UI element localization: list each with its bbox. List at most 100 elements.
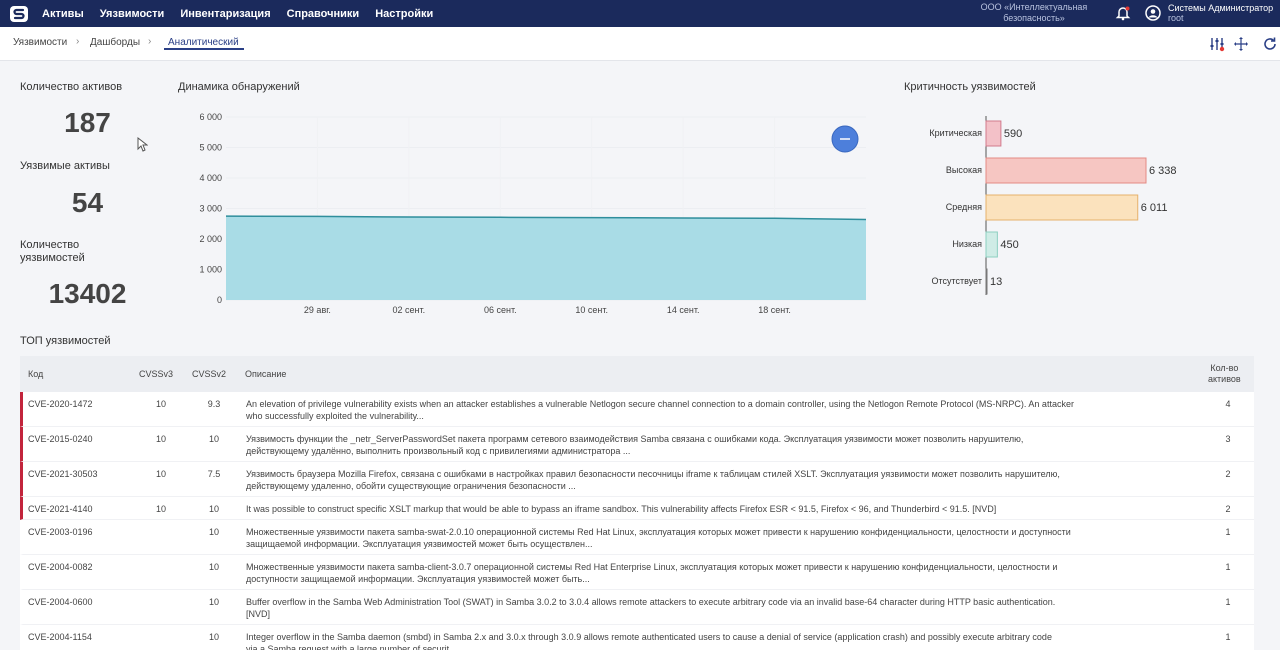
y-tick-label: 4 000 — [199, 173, 222, 183]
bar-category-label: Низкая — [952, 239, 982, 249]
breadcrumb-analytical[interactable]: Аналитический — [168, 37, 239, 48]
assets-count-cell: 1 — [1225, 597, 1231, 607]
description-cell: Уязвимость браузера Mozilla Firefox, свя… — [246, 468, 1201, 492]
vulnerability-code-cell[interactable]: CVE-2004-0600 — [28, 596, 93, 608]
description-line-2: действующему удалённо, выполнить произво… — [246, 446, 631, 456]
vulnerability-code-cell[interactable]: CVE-2021-4140 — [28, 503, 93, 515]
bar-value-label: 6 338 — [1149, 165, 1177, 177]
y-tick-label: 3 000 — [199, 204, 222, 214]
nav-item-inventory[interactable]: Инвентаризация — [180, 8, 270, 20]
header-assets-count-line-2: активов — [1208, 374, 1241, 384]
table-header: Код CVSSv3 CVSSv2 Описание Кол-во активо… — [20, 356, 1254, 392]
cvss2-cell: 10 — [208, 632, 219, 642]
cvss2-cell: 10 — [208, 434, 219, 444]
vulnerability-code-cell[interactable]: CVE-2021-30503 — [28, 468, 98, 480]
user-menu[interactable]: Системы Администратор root — [1168, 3, 1273, 23]
bar-2 — [985, 157, 1147, 184]
table-row[interactable]: CVE-2020-1472 10 9.3 4 An elevation of privi… — [20, 392, 1254, 427]
bell-icon[interactable] — [1115, 5, 1131, 21]
user-login: root — [1168, 13, 1184, 23]
bar-4 — [985, 231, 998, 258]
description-line-1: Buffer overflow in the Samba Web Adminis… — [246, 597, 1056, 607]
table-row[interactable]: CVE-2021-4140 10 10 2 It was possible to con… — [20, 497, 1254, 520]
description-cell: An elevation of privilege vulnerability … — [246, 398, 1201, 422]
assets-count-cell: 2 — [1225, 504, 1231, 514]
description-line-2: [NVD] — [246, 609, 271, 619]
table-row[interactable]: CVE-2004-1154 10 1 Integer overflow in the … — [20, 625, 1254, 650]
vulnerabilities-count-label-line-2: уязвимостей — [20, 252, 85, 264]
refresh-icon[interactable] — [1262, 36, 1278, 52]
assets-count-cell: 1 — [1225, 632, 1231, 642]
breadcrumb-vulnerabilities[interactable]: Уязвимости — [13, 37, 67, 48]
x-tick-label: 14 сент. — [667, 305, 700, 315]
assets-count-cell: 4 — [1225, 399, 1231, 409]
description-line-1: It was possible to construct specific XS… — [246, 504, 997, 514]
bar-value-label: 13 — [990, 276, 1002, 288]
header-cvss2[interactable]: CVSSv2 — [192, 369, 226, 379]
table-row[interactable]: CVE-2015-0240 10 10 3 Уязвимость функции the… — [20, 427, 1254, 462]
criticality-chart-title: Критичность уязвимостей — [904, 81, 1036, 93]
bar-category-label: Средняя — [946, 202, 982, 212]
header-assets-count-line-1: Кол-во — [1210, 363, 1239, 373]
description-cell: Integer overflow in the Samba daemon (sm… — [246, 631, 1201, 650]
vulnerable-assets-label: Уязвимые активы — [20, 160, 110, 172]
table-row[interactable]: CVE-2021-30503 10 7.5 2 Уязвимость браузера … — [20, 462, 1254, 497]
cvss3-cell: 10 — [155, 504, 166, 514]
vulnerability-code-cell[interactable]: CVE-2020-1472 — [28, 398, 93, 410]
assets-count-label: Количество активов — [20, 81, 123, 93]
nav-item-assets[interactable]: Активы — [42, 8, 84, 20]
vulnerability-code-cell[interactable]: CVE-2015-0240 — [28, 433, 93, 445]
vulnerability-code-cell[interactable]: CVE-2003-0196 — [28, 526, 93, 538]
x-tick-label: 10 сент. — [575, 305, 608, 315]
cvss2-cell: 9.3 — [207, 399, 221, 409]
dynamics-area-chart: 0 1 000 2 000 3 000 4 000 5 000 6 000 29 авг. 02… — [199, 112, 867, 315]
header-description[interactable]: Описание — [245, 369, 286, 379]
nav-item-references[interactable]: Справочники — [287, 8, 360, 20]
bar-3 — [985, 194, 1139, 221]
top-nav: Активы Уязвимости Инвентаризация Справоч… — [0, 0, 1280, 27]
vulnerability-code-cell[interactable]: CVE-2004-1154 — [28, 631, 92, 643]
cvss3-cell: 10 — [155, 434, 166, 444]
x-tick-label: 29 авг. — [304, 305, 331, 315]
description-cell: It was possible to construct specific XS… — [246, 503, 1201, 515]
description-line-2: действующему удаленно, обойти существующ… — [246, 481, 576, 491]
header-cvss3[interactable]: CVSSv3 — [139, 369, 173, 379]
description-cell: Уязвимость функции the _netr_ServerPassw… — [246, 433, 1201, 457]
description-line-2: who successfully exploited the vulnerabi… — [246, 411, 424, 421]
table-row[interactable]: CVE-2004-0600 10 1 Buffer overflow in the S… — [20, 590, 1254, 625]
description-line-1: Уязвимость функции the _netr_ServerPassw… — [246, 434, 1024, 444]
nav-item-vulnerabilities[interactable]: Уязвимости — [100, 8, 165, 20]
bar-category-label: Отсутствует — [932, 276, 982, 286]
y-tick-label: 0 — [217, 295, 222, 305]
header-code[interactable]: Код — [28, 369, 43, 379]
table-row[interactable]: CVE-2004-0082 10 1 Множественные уязвимости… — [20, 555, 1254, 590]
app-logo-icon[interactable] — [8, 4, 30, 24]
bar-value-label: 450 — [1000, 239, 1018, 251]
dynamics-chart-title: Динамика обнаружений — [178, 81, 300, 93]
table-row[interactable]: CVE-2003-0196 10 1 Множественные уязвимости… — [20, 520, 1254, 555]
breadcrumb-dashboards[interactable]: Дашборды — [90, 37, 140, 48]
organization-line-1: ООО «Интеллектуальная — [980, 2, 1088, 12]
filter-settings-icon[interactable] — [1209, 36, 1225, 52]
y-tick-label: 2 000 — [199, 234, 222, 244]
assets-count-value: 187 — [64, 107, 111, 138]
header-assets-count[interactable]: Кол-во активов — [1208, 363, 1241, 385]
top-vulnerabilities-table: Код CVSSv3 CVSSv2 Описание Кол-во активо… — [20, 356, 1254, 650]
chevron-right-icon: › — [148, 36, 152, 47]
criticality-bar-chart: Критическая 590 Высокая 6 338 Средняя 6 011 Ни… — [929, 116, 1177, 295]
bar-category-label: Критическая — [929, 128, 982, 138]
chevron-right-icon: › — [76, 36, 80, 47]
user-full-name: Системы Администратор — [1168, 3, 1274, 13]
description-line-1: Уязвимость браузера Mozilla Firefox, свя… — [246, 469, 1060, 479]
user-avatar-icon[interactable] — [1145, 5, 1161, 21]
description-line-1: An elevation of privilege vulnerability … — [246, 399, 1074, 409]
assets-count-cell: 2 — [1225, 469, 1231, 479]
move-arrows-icon[interactable] — [1233, 36, 1249, 52]
cvss2-cell: 10 — [208, 562, 219, 572]
vulnerability-code-cell[interactable]: CVE-2004-0082 — [28, 561, 93, 573]
x-tick-label: 02 сент. — [393, 305, 426, 315]
assets-count-cell: 1 — [1225, 562, 1231, 572]
x-tick-label: 18 сент. — [758, 305, 791, 315]
cvss2-cell: 10 — [208, 597, 219, 607]
nav-item-settings[interactable]: Настройки — [375, 8, 433, 20]
